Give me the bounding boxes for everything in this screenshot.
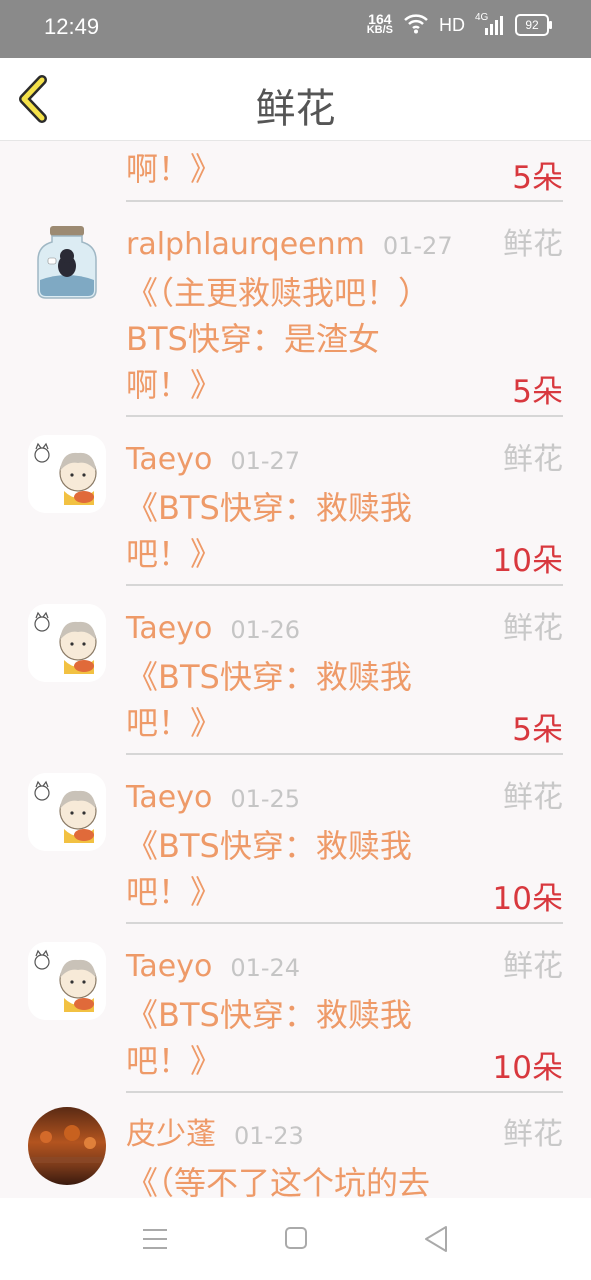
date-label: 01-27	[382, 232, 453, 260]
divider	[126, 1091, 563, 1093]
hd-label: HD	[439, 14, 465, 35]
book-title-tail: 啊！》	[126, 150, 223, 188]
net-speed: 164 KB/S	[366, 12, 393, 36]
home-square-icon	[285, 1227, 307, 1249]
user-name[interactable]: 皮少蓬	[126, 1110, 216, 1160]
autumn-photo-avatar[interactable]	[28, 1107, 106, 1185]
wifi-icon	[403, 12, 429, 38]
signal-icon: 4G	[475, 12, 505, 36]
gift-type-label: 鲜花	[503, 1117, 563, 1152]
list-item[interactable]: 皮少蓬 01-23 鲜花 《（等不了这个坑的去	[0, 1107, 591, 1198]
status-time: 12:49	[44, 14, 100, 39]
list-item[interactable]: Taeyo 01-25 鲜花 《BTS快穿：救赎我 吧！》 10朵	[0, 773, 591, 923]
back-triangle-icon	[425, 1226, 447, 1252]
back-nav-button[interactable]	[416, 1222, 456, 1256]
divider	[126, 415, 563, 417]
book-title[interactable]: 《BTS快穿：救赎我	[126, 823, 563, 869]
battery-icon: 92	[515, 14, 552, 36]
cartoon-girl-avatar[interactable]	[28, 773, 106, 851]
gift-type-label: 鲜花	[503, 949, 563, 984]
cartoon-girl-avatar[interactable]	[28, 435, 106, 513]
bottle-avatar[interactable]	[28, 224, 106, 302]
user-name[interactable]: ralphlaurqeenm	[126, 220, 365, 270]
home-button[interactable]	[276, 1222, 316, 1256]
network-type: 4G	[475, 12, 489, 23]
date-label: 01-26	[230, 616, 301, 644]
user-name[interactable]: Taeyo	[126, 435, 212, 485]
divider	[126, 753, 563, 755]
date-label: 01-24	[230, 954, 301, 982]
cartoon-girl-avatar[interactable]	[28, 942, 106, 1020]
app-header: 鲜花	[0, 58, 591, 141]
gift-type-label: 鲜花	[503, 780, 563, 815]
divider	[126, 200, 563, 202]
status-bar: 12:49 164 KB/S HD 4G 92	[0, 0, 591, 58]
flower-list: 啊！》 5朵 ralphlaurqeenm 01-27 鲜花 《（主更救赎我吧！…	[0, 140, 591, 1198]
gift-type-label: 鲜花	[503, 227, 563, 262]
list-item[interactable]: Taeyo 01-24 鲜花 《BTS快穿：救赎我 吧！》 10朵	[0, 942, 591, 1092]
book-title[interactable]: 《（等不了这个坑的去	[126, 1160, 563, 1198]
menu-icon	[143, 1229, 167, 1249]
list-item[interactable]: Taeyo 01-26 鲜花 《BTS快穿：救赎我 吧！》 5朵	[0, 604, 591, 754]
page-title: 鲜花	[255, 86, 336, 132]
gift-type-label: 鲜花	[503, 442, 563, 477]
system-nav-bar	[0, 1198, 591, 1280]
date-label: 01-23	[234, 1122, 304, 1150]
divider	[126, 922, 563, 924]
flower-count: 10朵	[492, 1050, 563, 1086]
divider	[126, 584, 563, 586]
flower-count: 10朵	[492, 881, 563, 917]
user-name[interactable]: Taeyo	[126, 773, 212, 823]
book-title[interactable]: 《BTS快穿：救赎我	[126, 992, 563, 1038]
book-title[interactable]: 《BTS快穿：救赎我	[126, 485, 563, 531]
list-item[interactable]: ralphlaurqeenm 01-27 鲜花 《（主更救赎我吧！） BTS快穿…	[0, 220, 591, 416]
user-name[interactable]: Taeyo	[126, 604, 212, 654]
book-title[interactable]: BTS快穿：是渣女	[126, 316, 563, 362]
cartoon-girl-avatar[interactable]	[28, 604, 106, 682]
book-title[interactable]: 吧！》	[126, 700, 563, 746]
menu-button[interactable]	[135, 1222, 175, 1256]
flower-count: 5朵	[512, 712, 563, 748]
gift-type-label: 鲜花	[503, 611, 563, 646]
book-title[interactable]: 《（主更救赎我吧！）	[126, 270, 563, 316]
book-title[interactable]: 《BTS快穿：救赎我	[126, 654, 563, 700]
list-item-partial[interactable]: 啊！》 5朵	[0, 140, 591, 202]
flower-count: 5朵	[512, 160, 563, 196]
list-item[interactable]: Taeyo 01-27 鲜花 《BTS快穿：救赎我 吧！》 10朵	[0, 435, 591, 585]
net-speed-unit: KB/S	[366, 24, 393, 36]
flower-count: 10朵	[492, 543, 563, 579]
date-label: 01-25	[230, 785, 301, 813]
book-title[interactable]: 啊！》	[126, 362, 563, 408]
date-label: 01-27	[230, 447, 301, 475]
user-name[interactable]: Taeyo	[126, 942, 212, 992]
flower-count: 5朵	[512, 374, 563, 410]
status-icons: 164 KB/S HD 4G 92	[366, 12, 552, 38]
